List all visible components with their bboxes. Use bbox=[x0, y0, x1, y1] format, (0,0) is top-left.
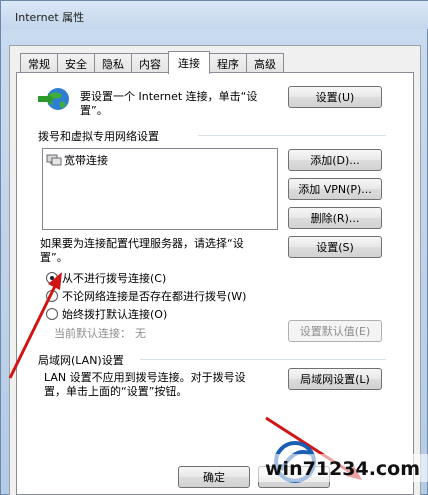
watermark: win71234.com bbox=[255, 430, 428, 495]
watermark-text: win71234.com bbox=[265, 458, 421, 480]
tab-connections[interactable]: 连接 bbox=[168, 51, 210, 74]
annotation-arrows-icon bbox=[8, 272, 362, 480]
